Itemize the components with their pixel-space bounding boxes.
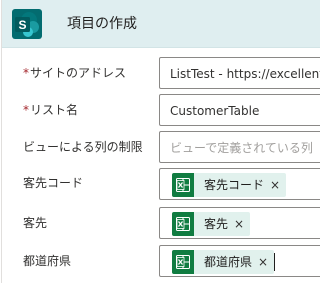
text-cursor [274,253,275,271]
list-name-value: CustomerTable [170,104,260,118]
required-marker: * [23,66,29,80]
customer-code-row: 客先コード 客先コード × [2,168,320,202]
limit-columns-row: ビューによる列の制限 ビューで定義されている列 [2,131,320,165]
card-header[interactable]: S 項目の作成 [2,0,320,48]
prefecture-token-label: 都道府県 [204,255,253,269]
list-name-field[interactable]: CustomerTable [159,94,320,126]
site-address-field[interactable]: ListTest - https://excellent99 [159,57,320,89]
site-address-label: *サイトのアドレス [23,66,127,80]
excel-icon [172,250,194,274]
list-name-label: *リスト名 [23,103,79,117]
remove-token-icon[interactable]: × [258,254,268,270]
required-marker: * [23,103,29,117]
list-name-row: *リスト名 CustomerTable [2,94,320,128]
site-address-value: ListTest - https://excellent99 [170,67,320,81]
svg-text:S: S [18,18,26,32]
prefecture-row: 都道府県 都道府県 × [2,245,320,279]
customer-token-label: 客先 [204,217,229,231]
customer-code-token-label: 客先コード [204,178,265,192]
site-address-row: *サイトのアドレス ListTest - https://excellent99 [2,57,320,91]
card-title: 項目の作成 [67,16,137,32]
limit-columns-placeholder: ビューで定義されている列 [170,141,313,155]
limit-columns-field[interactable]: ビューで定義されている列 [159,131,320,163]
customer-code-token: 客先コード × [172,173,287,197]
prefecture-field[interactable]: 都道府県 × [159,245,320,277]
customer-label: 客先 [23,216,48,230]
customer-code-field[interactable]: 客先コード × [159,168,320,200]
customer-row: 客先 客先 × [2,207,320,241]
customer-field[interactable]: 客先 × [159,207,320,239]
remove-token-icon[interactable]: × [270,177,280,193]
prefecture-label: 都道府県 [23,254,72,268]
limit-columns-label: ビューによる列の制限 [23,140,143,154]
excel-icon [172,212,194,236]
customer-token: 客先 × [172,212,251,236]
customer-code-label: 客先コード [23,176,84,190]
create-item-card: S 項目の作成 *サイトのアドレス ListTest - https://exc… [1,0,320,283]
prefecture-token: 都道府県 × [172,250,275,274]
excel-icon [172,173,194,197]
sharepoint-icon: S [12,9,42,39]
remove-token-icon[interactable]: × [234,216,244,232]
